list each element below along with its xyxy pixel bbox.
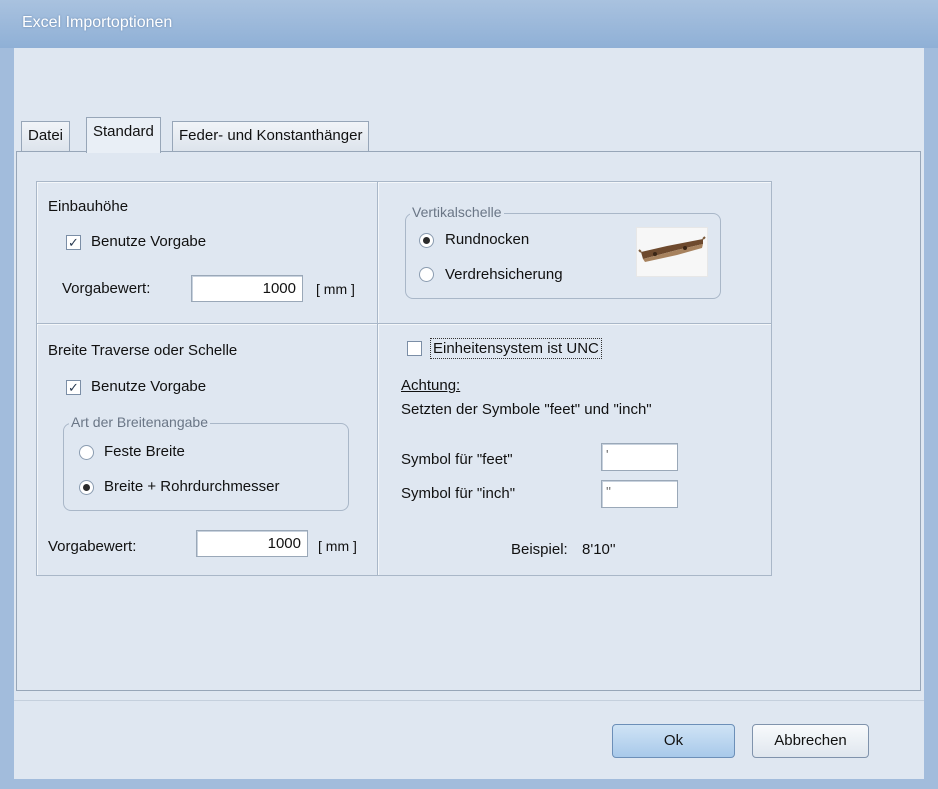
inch-symbol-label: Symbol für "inch" — [401, 485, 516, 502]
window-frame-left — [0, 48, 14, 789]
tab-datei[interactable]: Datei — [21, 121, 71, 151]
unc-label: Einheitensystem ist UNC — [430, 338, 602, 359]
breite-use-default-label: Benutze Vorgabe — [91, 378, 207, 395]
achtung-label: Achtung: — [401, 377, 461, 394]
einbauhoehe-title: Einbauhöhe — [48, 198, 129, 215]
art-der-breitenangabe-legend: Art der Breitenangabe — [69, 414, 210, 430]
inch-symbol-input[interactable]: '' — [601, 480, 678, 508]
example-label: Beispiel: — [511, 541, 568, 558]
breite-use-default-checkbox[interactable]: ✓ — [66, 380, 81, 395]
cancel-button[interactable]: Abbrechen — [752, 724, 869, 758]
window-frame-right — [924, 48, 938, 789]
radio-verdrehsicherung-label: Verdrehsicherung — [445, 266, 563, 283]
breite-value-input[interactable]: 1000 — [196, 530, 308, 557]
einbauhoehe-value-label: Vorgabewert: — [62, 280, 151, 297]
breite-unit: [ mm ] — [318, 538, 357, 554]
radio-rundnocken-label: Rundnocken — [445, 231, 530, 248]
checkmark-icon: ✓ — [68, 235, 79, 250]
breite-title: Breite Traverse oder Schelle — [48, 342, 238, 359]
radio-rundnocken[interactable] — [419, 233, 434, 248]
group-einheiten — [377, 323, 772, 576]
example-value: 8'10'' — [582, 541, 616, 558]
feet-symbol-input[interactable]: ' — [601, 443, 678, 471]
checkmark-icon: ✓ — [68, 380, 79, 395]
radio-feste-breite[interactable] — [79, 445, 94, 460]
unc-checkbox[interactable] — [407, 341, 422, 356]
tab-standard[interactable]: Standard — [86, 117, 161, 153]
ok-button[interactable]: Ok — [612, 724, 735, 758]
feet-symbol-label: Symbol für "feet" — [401, 451, 513, 468]
radio-feste-breite-label: Feste Breite — [104, 443, 185, 460]
window-title: Excel Importoptionen — [22, 14, 173, 31]
vertikalschelle-legend: Vertikalschelle — [410, 204, 504, 220]
footer-separator — [14, 700, 924, 701]
einbauhoehe-value-input[interactable]: 1000 — [191, 275, 303, 302]
einbauhoehe-unit: [ mm ] — [316, 281, 355, 297]
art-der-breitenangabe-frame — [63, 423, 349, 511]
radio-breite-rohrdurchmesser[interactable] — [79, 480, 94, 495]
units-note: Setzten der Symbole "feet" und "inch" — [401, 401, 652, 418]
window-frame-bottom — [0, 779, 938, 789]
einbauhoehe-use-default-checkbox[interactable]: ✓ — [66, 235, 81, 250]
pipe-clamp-icon — [636, 227, 708, 277]
breite-value-label: Vorgabewert: — [48, 538, 137, 555]
tab-feder-konstanthaenger[interactable]: Feder- und Konstanthänger — [172, 121, 370, 151]
einbauhoehe-use-default-label: Benutze Vorgabe — [91, 233, 207, 250]
radio-breite-rohrdurchmesser-label: Breite + Rohrdurchmesser — [104, 478, 280, 495]
radio-verdrehsicherung[interactable] — [419, 267, 434, 282]
